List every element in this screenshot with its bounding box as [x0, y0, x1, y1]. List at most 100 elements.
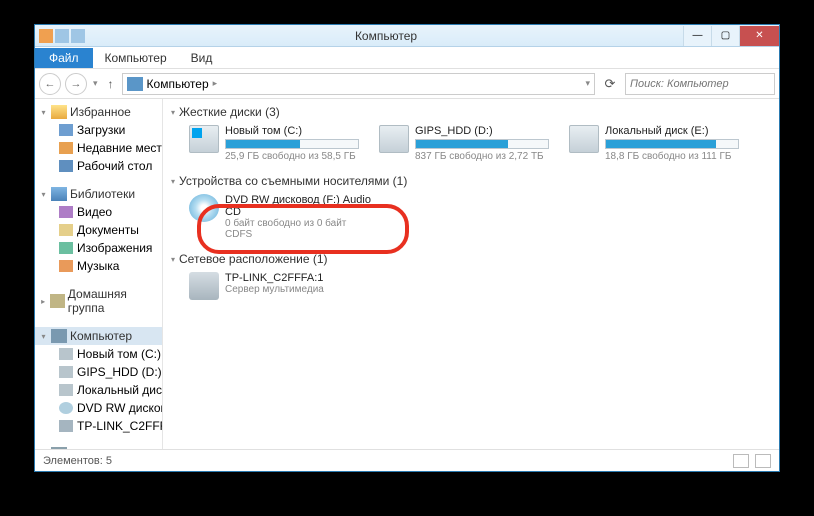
nav-item-tplink[interactable]: TP-LINK_C2FFFA:1: [35, 417, 162, 435]
section-label: Жесткие диски (3): [179, 105, 280, 119]
nav-group-favorites: ▾Избранное Загрузки Недавние места Рабоч…: [35, 103, 162, 175]
address-dropdown-icon[interactable]: ▾: [585, 78, 590, 89]
section-header[interactable]: ▾ Жесткие диски (3): [171, 103, 771, 121]
breadcrumb[interactable]: Компьютер: [147, 77, 209, 91]
nav-group-libraries: ▾Библиотеки Видео Документы Изображения …: [35, 185, 162, 275]
nav-item-label: Рабочий стол: [77, 159, 152, 173]
forward-button[interactable]: →: [65, 73, 87, 95]
view-tiles-icon[interactable]: [755, 454, 771, 468]
drive-icon: [59, 384, 73, 396]
nav-item-desktop[interactable]: Рабочий стол: [35, 157, 162, 175]
drive-f[interactable]: DVD RW дисковод (F:) Audio CD 0 байт сво…: [189, 194, 389, 240]
nav-item-label: Изображения: [77, 241, 152, 255]
drive-sub: 25,9 ГБ свободно из 58,5 ГБ: [225, 151, 359, 162]
nav-item-label: Загрузки: [77, 123, 125, 137]
drive-e[interactable]: Локальный диск (E:) 18,8 ГБ свободно из …: [569, 125, 739, 162]
server-icon: [189, 272, 219, 300]
quick-access-toolbar: [35, 29, 89, 43]
drive-info: Новый том (C:) 25,9 ГБ свободно из 58,5 …: [225, 125, 359, 162]
qat-icon[interactable]: [55, 29, 69, 43]
drive-name: GIPS_HDD (D:): [415, 125, 549, 137]
nav-item-music[interactable]: Музыка: [35, 257, 162, 275]
nav-item-label: TP-LINK_C2FFFA:1: [77, 419, 162, 433]
chevron-down-icon[interactable]: ▾: [171, 177, 175, 186]
computer-icon: [51, 329, 67, 343]
chevron-right-icon[interactable]: ▸: [213, 78, 218, 89]
drive-icon: [569, 125, 599, 153]
tab-computer[interactable]: Компьютер: [93, 48, 179, 68]
nav-item-recent[interactable]: Недавние места: [35, 139, 162, 157]
nav-item-label: Недавние места: [77, 141, 162, 155]
drive-name: TP-LINK_C2FFFA:1: [225, 272, 359, 284]
nav-item-label: Музыка: [77, 259, 119, 273]
nav-header-computer[interactable]: ▾Компьютер: [35, 327, 162, 345]
chevron-down-icon[interactable]: ▾: [171, 108, 175, 117]
up-button[interactable]: ↑: [104, 77, 118, 91]
address-bar[interactable]: Компьютер ▸ ▾: [122, 73, 595, 95]
search-input[interactable]: [630, 78, 770, 90]
window-controls: — ▢ ✕: [683, 26, 779, 46]
drive-info: TP-LINK_C2FFFA:1 Сервер мультимедиа: [225, 272, 359, 295]
history-dropdown-icon[interactable]: ▾: [91, 78, 100, 89]
nav-item-drive-e[interactable]: Локальный диск (E:): [35, 381, 162, 399]
nav-header-favorites[interactable]: ▾Избранное: [35, 103, 162, 121]
nav-item-drive-c[interactable]: Новый том (C:): [35, 345, 162, 363]
computer-icon: [127, 77, 143, 91]
nav-item-pictures[interactable]: Изображения: [35, 239, 162, 257]
status-bar: Элементов: 5: [35, 449, 779, 471]
section-removable: ▾ Устройства со съемными носителями (1) D…: [171, 172, 771, 244]
titlebar: Компьютер — ▢ ✕: [35, 25, 779, 47]
window-title: Компьютер: [89, 29, 683, 43]
content-pane: ▾ Жесткие диски (3) Новый том (C:) 25,9 Г…: [163, 99, 779, 449]
drive-sub: 837 ГБ свободно из 2,72 ТБ: [415, 151, 549, 162]
back-button[interactable]: ←: [39, 73, 61, 95]
tab-file[interactable]: Файл: [35, 48, 93, 68]
nav-item-drive-f[interactable]: DVD RW дисковод (F:): [35, 399, 162, 417]
usage-fill: [606, 140, 716, 148]
close-button[interactable]: ✕: [739, 26, 779, 46]
drive-icon: [59, 366, 73, 378]
nav-item-videos[interactable]: Видео: [35, 203, 162, 221]
nav-item-label: Документы: [77, 223, 139, 237]
chevron-down-icon[interactable]: ▾: [39, 332, 48, 341]
search-box[interactable]: [625, 73, 775, 95]
app-icon: [39, 29, 53, 43]
section-header[interactable]: ▾ Устройства со съемными носителями (1): [171, 172, 771, 190]
chevron-right-icon[interactable]: ▸: [39, 297, 47, 306]
drive-fs: CDFS: [225, 229, 389, 240]
minimize-button[interactable]: —: [683, 26, 711, 46]
nav-item-documents[interactable]: Документы: [35, 221, 162, 239]
drive-icon: [59, 348, 73, 360]
nav-group-homegroup: ▸ Домашняя группа: [35, 285, 162, 317]
maximize-button[interactable]: ▢: [711, 26, 739, 46]
chevron-down-icon[interactable]: ▾: [39, 190, 48, 199]
section-header[interactable]: ▾Сетевое расположение (1): [171, 250, 771, 268]
nav-header-homegroup[interactable]: ▸ Домашняя группа: [35, 285, 162, 317]
drive-d[interactable]: GIPS_HDD (D:) 837 ГБ свободно из 2,72 ТБ: [379, 125, 549, 162]
homegroup-icon: [50, 294, 65, 308]
drive-name: Локальный диск (E:): [605, 125, 739, 137]
tab-view[interactable]: Вид: [179, 48, 225, 68]
nav-item-label: Видео: [77, 205, 112, 219]
chevron-down-icon[interactable]: ▾: [171, 255, 175, 264]
drive-name: Новый том (C:): [225, 125, 359, 137]
network-location-tplink[interactable]: TP-LINK_C2FFFA:1 Сервер мультимедиа: [189, 272, 359, 300]
video-icon: [59, 206, 73, 218]
nav-item-downloads[interactable]: Загрузки: [35, 121, 162, 139]
nav-label: Домашняя группа: [68, 287, 158, 315]
nav-header-libraries[interactable]: ▾Библиотеки: [35, 185, 162, 203]
drive-list: DVD RW дисковод (F:) Audio CD 0 байт сво…: [171, 190, 771, 244]
nav-toolbar: ← → ▾ ↑ Компьютер ▸ ▾ ⟳: [35, 69, 779, 99]
chevron-down-icon[interactable]: ▾: [39, 108, 48, 117]
refresh-button[interactable]: ⟳: [599, 73, 621, 95]
nav-item-drive-d[interactable]: GIPS_HDD (D:): [35, 363, 162, 381]
drive-icon: [379, 125, 409, 153]
star-icon: [51, 105, 67, 119]
section-label: Устройства со съемными носителями (1): [179, 174, 407, 188]
picture-icon: [59, 242, 73, 254]
ribbon-tabs: Файл Компьютер Вид: [35, 47, 779, 69]
qat-icon[interactable]: [71, 29, 85, 43]
drive-c[interactable]: Новый том (C:) 25,9 ГБ свободно из 58,5 …: [189, 125, 359, 162]
view-details-icon[interactable]: [733, 454, 749, 468]
libraries-icon: [51, 187, 67, 201]
